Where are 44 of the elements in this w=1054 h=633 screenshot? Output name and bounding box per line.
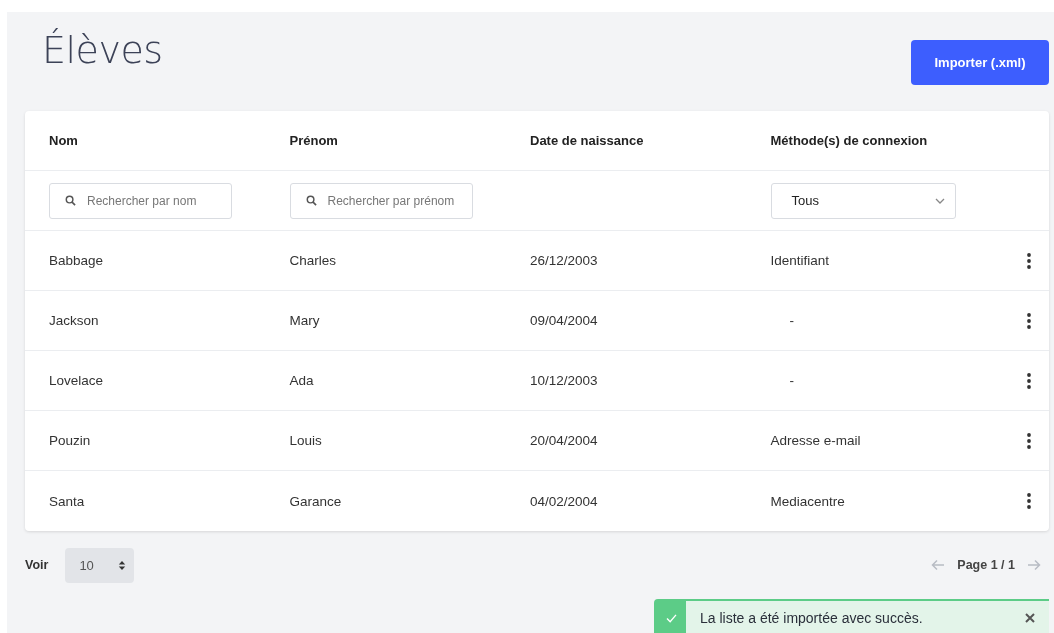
column-header: Méthode(s) de connexion bbox=[770, 133, 929, 148]
table-cell-text: Santa bbox=[49, 493, 86, 509]
table-cell-text: - bbox=[788, 313, 795, 328]
table-cell-text: 10/12/2003 bbox=[530, 373, 599, 388]
table-cell-text: - bbox=[788, 373, 795, 388]
search-icon bbox=[305, 194, 317, 206]
check-icon bbox=[665, 613, 677, 623]
column-header: Nom bbox=[49, 133, 79, 148]
search-field[interactable]: Rechercher par prénom bbox=[289, 182, 473, 219]
page-size-label: Voir bbox=[25, 558, 49, 572]
more-options-icon[interactable] bbox=[1027, 312, 1031, 329]
page-size-select[interactable]: 10 bbox=[65, 547, 135, 583]
table-cell-text: 04/02/2004 bbox=[530, 493, 599, 509]
table-cell-text: Mediacentre bbox=[770, 493, 846, 509]
page-title: Élèves bbox=[42, 28, 163, 72]
table-cell-text: Louis bbox=[289, 433, 323, 448]
table-cell-text: Lovelace bbox=[49, 373, 105, 388]
table-cell-text: Identifiant bbox=[770, 253, 831, 268]
close-icon[interactable] bbox=[1025, 613, 1035, 623]
sort-icon bbox=[118, 559, 127, 571]
more-options-icon[interactable] bbox=[1027, 372, 1031, 389]
column-header: Date de naissance bbox=[530, 133, 645, 148]
import-button[interactable]: Importer (.xml) bbox=[911, 40, 1049, 85]
chevron-icon bbox=[934, 197, 945, 204]
table-cell-text: Ada bbox=[289, 373, 315, 388]
table-cell-text: 26/12/2003 bbox=[530, 253, 599, 268]
table-cell-text: 09/04/2004 bbox=[530, 313, 599, 328]
table-cell-text: Babbage bbox=[49, 253, 105, 268]
search-field[interactable]: Rechercher par nom bbox=[49, 182, 232, 219]
table-cell-text: Jackson bbox=[49, 313, 100, 328]
table-cell-text: Charles bbox=[289, 253, 338, 268]
column-header: Prénom bbox=[289, 133, 339, 148]
more-options-icon[interactable] bbox=[1027, 252, 1031, 269]
table-cell-text: Mary bbox=[289, 313, 321, 328]
pagination-text: Page 1 / 1 bbox=[957, 558, 1015, 572]
more-options-icon[interactable] bbox=[1027, 493, 1031, 509]
table-cell-text: 20/04/2004 bbox=[530, 433, 599, 448]
table-cell-text: Pouzin bbox=[49, 433, 92, 448]
toast-message: La liste a été importée avec succès. bbox=[700, 610, 923, 626]
search-icon bbox=[65, 194, 76, 206]
table-cell-text: Garance bbox=[289, 493, 343, 509]
more-options-icon[interactable] bbox=[1027, 432, 1031, 449]
table-cell-text: Adresse e-mail bbox=[770, 433, 862, 448]
method-dropdown[interactable]: Tous bbox=[770, 182, 956, 219]
